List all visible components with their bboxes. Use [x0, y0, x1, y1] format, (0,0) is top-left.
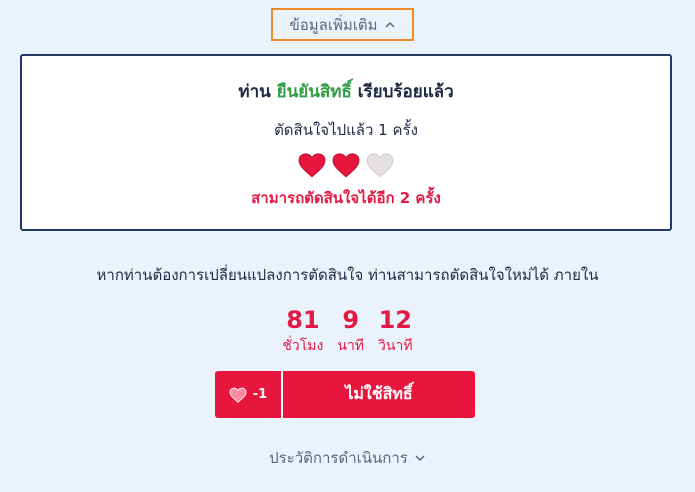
status-action: ยืนยันสิทธิ์	[276, 82, 352, 102]
history-toggle[interactable]: ประวัติการดำเนินการ	[0, 446, 695, 470]
heart-filled-icon	[298, 153, 326, 178]
reject-cost-value: -1	[252, 387, 268, 402]
heart-filled-icon	[332, 153, 360, 178]
countdown-minutes-label: นาที	[337, 338, 365, 354]
countdown-seconds: 12 วินาที	[378, 305, 413, 357]
hearts-meter	[22, 152, 670, 178]
more-info-toggle[interactable]: ข้อมูลเพิ่มเติม	[271, 8, 414, 41]
countdown: 81 ชั่วโมง 9 นาที 12 วินาที	[0, 305, 695, 357]
remaining-count: สามารถตัดสินใจได้อีก 2 ครั้ง	[251, 189, 441, 207]
page: ข้อมูลเพิ่มเติม ท่าน ยืนยันสิทธิ์ เรียบร…	[0, 0, 695, 492]
chevron-up-icon	[384, 21, 395, 28]
countdown-seconds-value: 12	[378, 306, 413, 334]
countdown-hours: 81 ชั่วโมง	[282, 305, 323, 357]
reject-label: ไม่ใช้สิทธิ์	[345, 384, 413, 403]
chevron-down-icon	[415, 455, 425, 462]
countdown-hours-value: 81	[286, 306, 320, 334]
status-card: ท่าน ยืนยันสิทธิ์ เรียบร้อยแล้ว ตัดสินใจ…	[20, 54, 672, 231]
countdown-hours-label: ชั่วโมง	[282, 338, 324, 354]
decided-count: ตัดสินใจไปแล้ว 1 ครั้ง	[274, 121, 418, 139]
countdown-minutes-value: 9	[342, 306, 360, 334]
heart-icon	[229, 387, 247, 403]
status-line: ท่าน ยืนยันสิทธิ์ เรียบร้อยแล้ว	[22, 78, 670, 105]
reject-cost: -1	[215, 371, 283, 418]
countdown-seconds-label: วินาที	[378, 338, 413, 354]
history-label: ประวัติการดำเนินการ	[269, 449, 408, 467]
change-message: หากท่านต้องการเปลี่ยนแปลงการตัดสินใจ ท่า…	[96, 266, 599, 284]
status-prefix: ท่าน	[238, 82, 271, 102]
status-suffix: เรียบร้อยแล้ว	[357, 82, 454, 102]
more-info-label: ข้อมูลเพิ่มเติม	[289, 15, 378, 34]
heart-empty-icon	[366, 153, 394, 178]
countdown-minutes: 9 นาที	[337, 305, 364, 357]
reject-button[interactable]: -1 ไม่ใช้สิทธิ์	[215, 371, 475, 418]
